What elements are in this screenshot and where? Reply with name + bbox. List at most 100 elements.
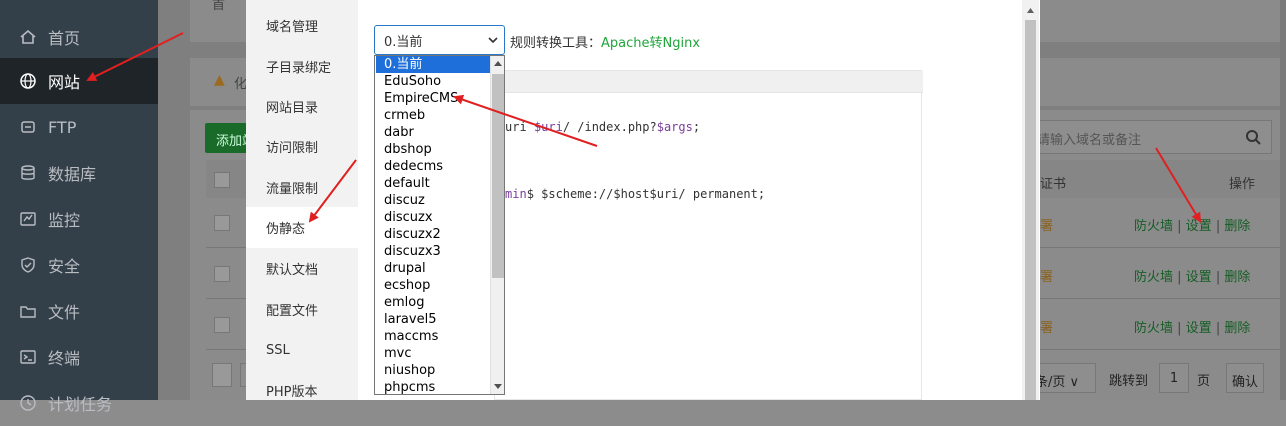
select-all-checkbox[interactable] xyxy=(214,172,230,188)
col-ops: 操作 xyxy=(1229,177,1256,192)
sidebar-item-monitor[interactable]: 监控 xyxy=(0,196,158,242)
option[interactable]: niushop xyxy=(376,362,490,379)
sidebar-item-ftp[interactable]: FTP xyxy=(0,104,158,150)
sidebar-item-security[interactable]: 安全 xyxy=(0,242,158,288)
sidebar-item-label: FTP xyxy=(48,117,77,137)
modal-scroll-thumb[interactable] xyxy=(1025,20,1036,400)
delete-link[interactable]: 删除 xyxy=(1224,270,1250,285)
option[interactable]: ecshop xyxy=(376,277,490,294)
sidebar-item-home[interactable]: 首页 xyxy=(0,14,158,60)
sidebar-item-database[interactable]: 数据库 xyxy=(0,150,158,196)
footer-checkbox[interactable] xyxy=(212,363,232,387)
sidebar-item-label: 计划任务 xyxy=(48,395,113,414)
tab-site-dir[interactable]: 网站目录 xyxy=(246,86,358,127)
tab-default-doc[interactable]: 默认文档 xyxy=(246,248,358,289)
shield-icon xyxy=(18,255,38,275)
chevron-down-icon: ∨ xyxy=(1069,375,1080,390)
option[interactable]: discuzx3 xyxy=(376,243,490,260)
row-actions: 防火墙 | 设置 | 删除 xyxy=(1134,321,1251,336)
option[interactable]: laravel5 xyxy=(376,311,490,328)
select-value: 0.当前 xyxy=(384,34,423,50)
delete-link[interactable]: 删除 xyxy=(1224,321,1250,336)
firewall-link[interactable]: 防火墙 xyxy=(1134,270,1173,285)
option[interactable]: 0.当前 xyxy=(376,56,490,73)
sidebar-item-terminal[interactable]: 终端 xyxy=(0,334,158,380)
tab-rewrite[interactable]: 伪静态 xyxy=(246,207,358,248)
tab-access-limit[interactable]: 访问限制 xyxy=(246,126,358,167)
settings-link[interactable]: 设置 xyxy=(1186,270,1212,285)
breadcrumb: 首 xyxy=(212,0,226,13)
search-input[interactable]: 请输入域名或备注 xyxy=(1026,120,1272,154)
sidebar-item-website[interactable]: 网站 xyxy=(0,58,158,104)
rewrite-editor[interactable]: uri $uri/ /index.php?$args; min$ $scheme… xyxy=(494,70,923,400)
rewrite-template-dropdown[interactable]: 0.当前 EduSoho EmpireCMS crmeb dabr dbshop… xyxy=(374,55,505,395)
scroll-up-icon[interactable] xyxy=(1026,6,1035,15)
option[interactable]: emlog xyxy=(376,294,490,311)
tab-domain[interactable]: 域名管理 xyxy=(246,5,358,46)
option[interactable]: discuzx2 xyxy=(376,226,490,243)
scroll-up-icon[interactable] xyxy=(493,59,503,69)
jump-to-label: 跳转到 xyxy=(1109,374,1149,389)
option[interactable]: phpcms xyxy=(376,379,490,394)
option[interactable]: crmeb xyxy=(376,107,490,124)
option[interactable]: dedecms xyxy=(376,158,490,175)
option[interactable]: drupal xyxy=(376,260,490,277)
option[interactable]: EmpireCMS xyxy=(376,90,490,107)
sidebar-item-label: 监控 xyxy=(48,211,81,230)
sidebar-item-label: 文件 xyxy=(48,303,81,322)
option[interactable]: discuz xyxy=(376,192,490,209)
page-scrollbar[interactable] xyxy=(1280,0,1286,400)
modal-scrollbar[interactable] xyxy=(1022,0,1039,400)
sidebar-item-label: 网站 xyxy=(48,73,81,92)
option[interactable]: dabr xyxy=(376,124,490,141)
option[interactable]: EduSoho xyxy=(376,73,490,90)
apache-to-nginx-link[interactable]: Apache转Nginx xyxy=(601,36,700,51)
row-checkbox[interactable] xyxy=(214,266,230,282)
search-icon[interactable] xyxy=(1245,129,1261,145)
confirm-button[interactable]: 确认 xyxy=(1226,363,1264,393)
cert-status: 署 xyxy=(1040,270,1054,285)
option[interactable]: dbshop xyxy=(376,141,490,158)
page-unit-label: 页 xyxy=(1197,374,1211,389)
search-placeholder: 请输入域名或备注 xyxy=(1037,133,1142,148)
tab-traffic-limit[interactable]: 流量限制 xyxy=(246,167,358,208)
sidebar-item-label: 数据库 xyxy=(48,165,97,184)
page-number-input[interactable]: 1 xyxy=(1159,363,1189,393)
cert-status: 署 xyxy=(1040,219,1054,234)
code-line-1: uri $uri/ /index.php?$args; xyxy=(505,120,701,134)
sidebar-item-label: 首页 xyxy=(48,29,81,48)
rewrite-template-select[interactable]: 0.当前 xyxy=(374,25,505,55)
rule-converter: 规则转换工具：Apache转Nginx xyxy=(510,32,700,51)
row-checkbox[interactable] xyxy=(214,215,230,231)
firewall-link[interactable]: 防火墙 xyxy=(1134,219,1173,234)
home-icon xyxy=(18,27,38,47)
firewall-link[interactable]: 防火墙 xyxy=(1134,321,1173,336)
database-icon xyxy=(18,163,38,183)
option[interactable]: default xyxy=(376,175,490,192)
dropdown-scrollbar[interactable] xyxy=(490,56,504,394)
sidebar: 首页 网站 FTP 数据库 监控 安全 文件 终端 计划任务 xyxy=(0,0,158,414)
folder-icon xyxy=(18,301,38,321)
option[interactable]: discuzx xyxy=(376,209,490,226)
scroll-down-icon[interactable] xyxy=(493,381,503,391)
tab-php-version[interactable]: PHP版本 xyxy=(246,370,358,400)
row-actions: 防火墙 | 设置 | 删除 xyxy=(1134,219,1251,234)
monitor-icon xyxy=(18,209,38,229)
tab-ssl[interactable]: SSL xyxy=(246,330,358,371)
option[interactable]: maccms xyxy=(376,328,490,345)
terminal-icon xyxy=(18,347,38,367)
cert-status: 署 xyxy=(1040,321,1054,336)
settings-link[interactable]: 设置 xyxy=(1186,219,1212,234)
dropdown-scroll-thumb[interactable] xyxy=(492,74,504,278)
tab-config-file[interactable]: 配置文件 xyxy=(246,289,358,330)
modal-tab-list: 域名管理 子目录绑定 网站目录 访问限制 流量限制 伪静态 默认文档 配置文件 … xyxy=(246,0,358,400)
settings-link[interactable]: 设置 xyxy=(1186,321,1212,336)
tab-subdir[interactable]: 子目录绑定 xyxy=(246,46,358,87)
sidebar-item-cron[interactable]: 计划任务 xyxy=(0,380,158,426)
row-checkbox[interactable] xyxy=(214,317,230,333)
row-actions: 防火墙 | 设置 | 删除 xyxy=(1134,270,1251,285)
option[interactable]: mvc xyxy=(376,345,490,362)
sidebar-item-files[interactable]: 文件 xyxy=(0,288,158,334)
clock-icon xyxy=(18,393,38,413)
delete-link[interactable]: 删除 xyxy=(1224,219,1250,234)
